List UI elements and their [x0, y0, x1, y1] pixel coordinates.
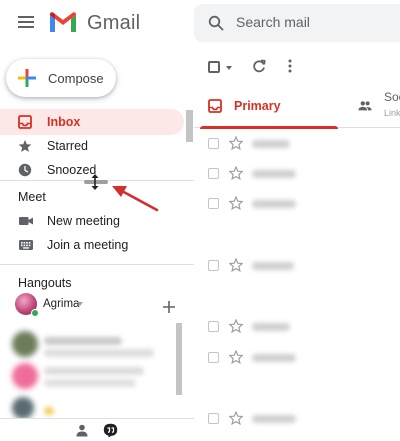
- mail-toolbar: [194, 46, 400, 86]
- mail-sender: [252, 262, 294, 270]
- gmail-window: Gmail Compose Inbox Starre: [0, 0, 400, 441]
- online-status-icon: [31, 309, 39, 317]
- mail-sender: [252, 323, 290, 331]
- mail-row[interactable]: [194, 190, 400, 218]
- star-outline-icon[interactable]: [229, 136, 243, 150]
- sidebar-item-label: Inbox: [47, 115, 81, 129]
- contact-emoji: [44, 407, 54, 415]
- mail-row[interactable]: [194, 160, 400, 188]
- row-checkbox[interactable]: [208, 168, 219, 179]
- inbox-icon: [208, 99, 222, 113]
- select-all-checkbox[interactable]: [208, 61, 220, 73]
- gmail-logo-icon[interactable]: [48, 10, 78, 34]
- contact-name[interactable]: [44, 337, 122, 345]
- mail-main-panel: Primary Social LinkedIn: [194, 46, 400, 441]
- mail-sender: [252, 170, 296, 178]
- category-tabs: Primary Social LinkedIn: [194, 86, 400, 129]
- mail-row[interactable]: [194, 313, 400, 341]
- clock-icon: [18, 163, 32, 177]
- compose-button[interactable]: Compose: [6, 59, 116, 97]
- new-meeting-item[interactable]: New meeting: [0, 208, 184, 234]
- contact-avatar[interactable]: [12, 397, 34, 419]
- star-icon: [18, 140, 32, 152]
- sidebar-scrollbar[interactable]: [186, 110, 193, 142]
- star-outline-icon[interactable]: [229, 166, 243, 180]
- mail-row[interactable]: [194, 405, 400, 433]
- new-meeting-label: New meeting: [47, 214, 120, 228]
- star-outline-icon[interactable]: [229, 411, 243, 425]
- sidebar-item-label: Starred: [47, 139, 88, 153]
- mail-row[interactable]: [194, 252, 400, 280]
- tab-primary-label: Primary: [234, 99, 281, 113]
- hangouts-title: Hangouts: [18, 276, 72, 290]
- chat-icon[interactable]: [103, 423, 118, 438]
- mail-sender: [252, 140, 290, 148]
- select-options-chevron-down-icon[interactable]: [226, 66, 232, 70]
- row-checkbox[interactable]: [208, 198, 219, 209]
- videocam-icon: [19, 217, 33, 225]
- plus-icon: [18, 69, 36, 87]
- app-name: Gmail: [87, 12, 141, 34]
- sidebar-item-inbox[interactable]: Inbox: [0, 109, 184, 135]
- add-chat-icon[interactable]: [162, 300, 176, 314]
- tab-social-preview: LinkedIn: [384, 108, 400, 118]
- contact-avatar[interactable]: [12, 331, 38, 357]
- row-checkbox[interactable]: [208, 413, 219, 424]
- mail-sender: [252, 200, 296, 208]
- mail-row[interactable]: [194, 344, 400, 372]
- people-icon: [358, 101, 372, 111]
- hangouts-user[interactable]: Agrima: [15, 293, 175, 319]
- row-checkbox[interactable]: [208, 321, 219, 332]
- hangouts-user-name: Agrima: [43, 298, 80, 310]
- inbox-icon: [18, 115, 32, 129]
- contact-avatar[interactable]: [12, 363, 38, 389]
- tab-social-label: Social: [384, 90, 400, 104]
- compose-label: Compose: [48, 71, 104, 86]
- search-bar[interactable]: [194, 4, 400, 42]
- tab-primary[interactable]: Primary: [194, 86, 338, 129]
- hangouts-scrollbar[interactable]: [176, 323, 182, 395]
- mail-row[interactable]: [194, 130, 400, 158]
- row-checkbox[interactable]: [208, 260, 219, 271]
- refresh-icon[interactable]: [252, 59, 266, 73]
- search-input[interactable]: [236, 14, 396, 30]
- more-vert-icon[interactable]: [288, 59, 292, 73]
- chevron-down-icon[interactable]: [77, 302, 83, 306]
- row-checkbox[interactable]: [208, 138, 219, 149]
- join-meeting-item[interactable]: Join a meeting: [0, 232, 184, 258]
- search-icon[interactable]: [208, 15, 224, 31]
- contact-status: [44, 379, 136, 387]
- hangouts-contact-list: [10, 323, 176, 419]
- star-outline-icon[interactable]: [229, 350, 243, 364]
- join-meeting-label: Join a meeting: [47, 238, 129, 252]
- star-outline-icon[interactable]: [229, 196, 243, 210]
- mail-sender: [252, 354, 296, 362]
- tab-social[interactable]: Social LinkedIn: [344, 86, 400, 128]
- active-tab-indicator: [200, 126, 338, 129]
- mail-sender: [252, 415, 296, 423]
- star-outline-icon[interactable]: [229, 258, 243, 272]
- header: Gmail: [0, 0, 400, 46]
- row-checkbox[interactable]: [208, 352, 219, 363]
- contact-name[interactable]: [44, 367, 144, 375]
- sidebar-item-starred[interactable]: Starred: [0, 133, 184, 159]
- star-outline-icon[interactable]: [229, 319, 243, 333]
- resize-arrows-icon: [91, 174, 99, 190]
- contact-status: [44, 349, 154, 357]
- main-menu-icon[interactable]: [18, 16, 34, 28]
- meet-title: Meet: [18, 190, 46, 204]
- meet-divider: [0, 264, 194, 265]
- hangouts-bottom-bar: [0, 418, 194, 441]
- keyboard-icon: [19, 240, 33, 250]
- person-icon[interactable]: [76, 424, 88, 437]
